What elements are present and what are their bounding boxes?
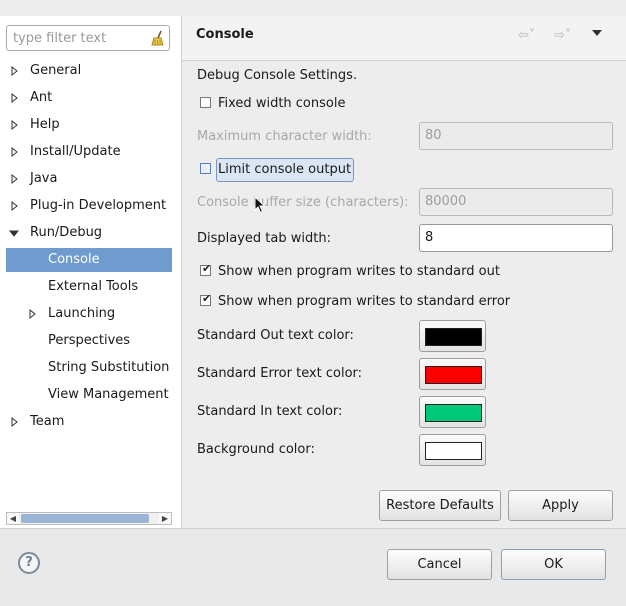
tree-item-external-tools[interactable]: External Tools	[6, 275, 172, 299]
back-arrow-icon[interactable]: ⇦˅	[518, 28, 535, 43]
mouse-pointer-icon	[254, 196, 266, 214]
collapsed-triangle-icon[interactable]	[8, 146, 20, 158]
tree-item-label: Java	[30, 171, 58, 186]
tree-item-label: Team	[30, 414, 65, 429]
tree-item-run-debug[interactable]: Run/Debug	[0, 221, 181, 245]
max-char-width-field[interactable]: 80	[419, 122, 613, 150]
stdout-color-label: Standard Out text color:	[197, 328, 354, 343]
tree-item-label: Plug-in Development	[30, 198, 167, 213]
tree-horizontal-scrollbar[interactable]: ◀ ▶	[6, 512, 172, 525]
collapsed-triangle-icon[interactable]	[8, 92, 20, 104]
tree-item-label: General	[30, 63, 82, 78]
collapsed-triangle-icon[interactable]	[8, 65, 20, 77]
page-title: Console	[196, 27, 254, 42]
preferences-dialog: type filter text General Ant Help Install/U…	[0, 16, 626, 606]
tree-item-help[interactable]: Help	[0, 113, 181, 137]
header-divider	[182, 60, 626, 61]
filter-placeholder: type filter text	[13, 31, 107, 46]
show-stdout-label: Show when program writes to standard out	[218, 264, 500, 279]
cancel-button[interactable]: Cancel	[387, 549, 492, 580]
ok-button[interactable]: OK	[501, 549, 606, 580]
expanded-triangle-icon[interactable]	[8, 227, 20, 239]
view-menu-icon[interactable]	[592, 30, 602, 36]
show-stderr-label: Show when program writes to standard err…	[218, 294, 511, 309]
stdout-color-swatch	[425, 328, 482, 346]
tree-item-general[interactable]: General	[0, 59, 181, 83]
collapsed-triangle-icon[interactable]	[8, 200, 20, 212]
scroll-right-arrow-icon[interactable]: ▶	[159, 513, 171, 524]
page-description: Debug Console Settings.	[197, 68, 358, 83]
limit-output-checkbox[interactable]	[200, 163, 211, 174]
scroll-left-arrow-icon[interactable]: ◀	[7, 513, 19, 524]
fixed-width-label: Fixed width console	[218, 96, 346, 111]
tab-width-label: Displayed tab width:	[197, 231, 331, 246]
stdout-color-button[interactable]	[419, 320, 486, 352]
max-char-width-label: Maximum character width:	[197, 129, 372, 144]
background-color-swatch	[425, 442, 482, 460]
tree-item-label: Launching	[48, 306, 116, 321]
tree-item-label: String Substitution	[48, 360, 170, 375]
limit-output-label[interactable]: Limit console output	[218, 162, 351, 177]
show-stdout-checkbox[interactable]: ✔	[200, 262, 211, 276]
help-icon[interactable]: ?	[18, 552, 40, 574]
background-color-label: Background color:	[197, 442, 315, 457]
stderr-color-label: Standard Error text color:	[197, 366, 363, 381]
tree-item-label: Console	[48, 252, 100, 267]
tree-item-label: Install/Update	[30, 144, 121, 159]
dialog-button-bar: ? Cancel OK	[0, 528, 626, 606]
tree-item-label: Ant	[30, 90, 53, 105]
stderr-color-button[interactable]	[419, 358, 486, 390]
tree-item-java[interactable]: Java	[0, 167, 181, 191]
apply-button[interactable]: Apply	[508, 490, 613, 521]
broom-clear-icon[interactable]	[148, 29, 166, 47]
tree-item-launching[interactable]: Launching	[6, 302, 172, 326]
stdin-color-swatch	[425, 404, 482, 422]
tree-item-label: Run/Debug	[30, 225, 103, 240]
filter-input[interactable]: type filter text	[6, 25, 170, 51]
tree-item-perspectives[interactable]: Perspectives	[6, 329, 172, 353]
show-stderr-checkbox[interactable]: ✔	[200, 292, 211, 306]
tree-item-view-management[interactable]: View Management	[6, 383, 172, 407]
restore-defaults-button[interactable]: Restore Defaults	[379, 490, 501, 521]
scroll-thumb[interactable]	[21, 514, 149, 523]
stdin-color-label: Standard In text color:	[197, 404, 343, 419]
tree-item-plug-in-development[interactable]: Plug-in Development	[0, 194, 181, 218]
tree-item-string-substitution[interactable]: String Substitution	[6, 356, 172, 380]
stderr-color-swatch	[425, 366, 482, 384]
tree-item-team[interactable]: Team	[0, 410, 181, 434]
preference-page: Console ⇦˅ ⇨˅ Debug Console Settings. Fi…	[182, 16, 626, 528]
buffer-size-field[interactable]: 80000	[419, 188, 613, 216]
collapsed-triangle-icon[interactable]	[26, 308, 38, 320]
collapsed-triangle-icon[interactable]	[8, 416, 20, 428]
tree-item-install-update[interactable]: Install/Update	[0, 140, 181, 164]
tree-item-label: External Tools	[48, 279, 139, 294]
page-header: Console ⇦˅ ⇨˅	[182, 16, 626, 60]
collapsed-triangle-icon[interactable]	[8, 173, 20, 185]
tree-item-label: Help	[30, 117, 60, 132]
fixed-width-checkbox[interactable]	[200, 97, 211, 108]
tab-width-field[interactable]: 8	[419, 224, 613, 252]
background-color-button[interactable]	[419, 434, 486, 466]
stdin-color-button[interactable]	[419, 396, 486, 428]
preferences-tree-pane: type filter text General Ant Help Install/U…	[0, 16, 182, 528]
tree-item-ant[interactable]: Ant	[0, 86, 181, 110]
buffer-size-label: Console buffer size (characters):	[197, 195, 409, 210]
forward-arrow-icon[interactable]: ⇨˅	[554, 28, 571, 43]
window-titlebar	[0, 0, 626, 17]
tree-item-console[interactable]: Console	[6, 248, 172, 272]
tree-item-label: View Management	[48, 387, 169, 402]
collapsed-triangle-icon[interactable]	[8, 119, 20, 131]
tree-item-label: Perspectives	[48, 333, 131, 348]
